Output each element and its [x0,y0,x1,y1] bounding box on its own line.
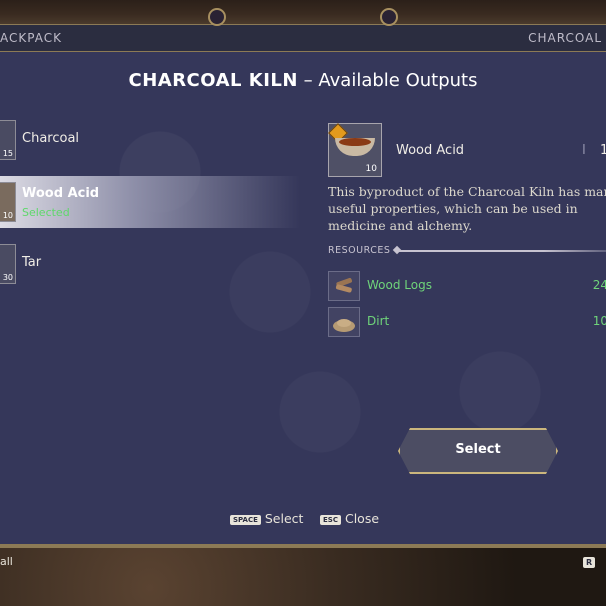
output-name: Tar [22,255,42,270]
ornament-icon [208,8,226,26]
bowl-contents [339,138,371,146]
resource-row: Wood Logs 24 [328,271,606,301]
footer-left-label[interactable]: all [0,555,13,568]
dirt-icon [328,307,360,337]
ornament-icon [380,8,398,26]
title-subtitle: Available Outputs [318,70,478,91]
page-title: CHARCOAL KILN – Available Outputs [0,70,606,91]
selected-status: Selected [22,206,70,219]
resource-name: Wood Logs [367,278,432,292]
resources-heading: RESOURCES [328,245,391,256]
wood-logs-icon [328,271,360,301]
output-item-wood-acid[interactable]: 10 Wood Acid Selected [0,176,300,228]
charcoal-tab[interactable]: CHARCOAL [528,31,602,45]
resource-name: Dirt [367,314,390,328]
output-name: Charcoal [22,131,80,146]
item-quantity: 30 [2,273,13,282]
r-key-icon: R [583,556,596,568]
detail-quantity: 10 [365,164,377,174]
select-button-label: Select [455,442,501,457]
resource-row: Dirt 10 [328,307,606,337]
wood-acid-icon: 10 [0,182,16,222]
background-top [0,0,606,24]
esc-key-icon: ESC [320,514,341,525]
title-separator: – [297,70,319,91]
footer-right-hint[interactable]: R [583,555,599,568]
tar-icon: 30 [0,244,16,284]
select-button[interactable]: Select [398,428,558,474]
background-bottom [0,548,606,606]
output-name: Wood Acid [22,186,100,201]
hint-label: Select [264,511,304,526]
resource-count: 24 [592,278,606,292]
top-bar: ACKPACK CHARCOAL [0,24,606,52]
detail-divider: I [582,143,586,158]
item-quantity: 10 [2,211,13,220]
hint-select[interactable]: SPACE Select [230,511,303,526]
output-item-tar[interactable]: 30 Tar [0,238,300,290]
station-name: CHARCOAL KILN [128,70,298,91]
item-description: This byproduct of the Charcoal Kiln has … [328,184,606,233]
hint-close[interactable]: ESC Close [320,511,379,526]
detail-item-name: Wood Acid [396,143,465,158]
resources-divider [398,250,606,252]
output-item-charcoal[interactable]: 15 Charcoal [0,114,300,166]
backpack-tab[interactable]: ACKPACK [0,31,62,45]
space-key-icon: SPACE [230,514,261,525]
panel-border [0,544,606,548]
item-quantity: 15 [2,149,13,158]
detail-value: 1 [600,143,606,158]
wood-acid-detail-icon: 10 [328,123,382,177]
hint-label: Close [344,511,380,526]
charcoal-icon: 15 [0,120,16,160]
resource-count: 10 [592,314,606,328]
